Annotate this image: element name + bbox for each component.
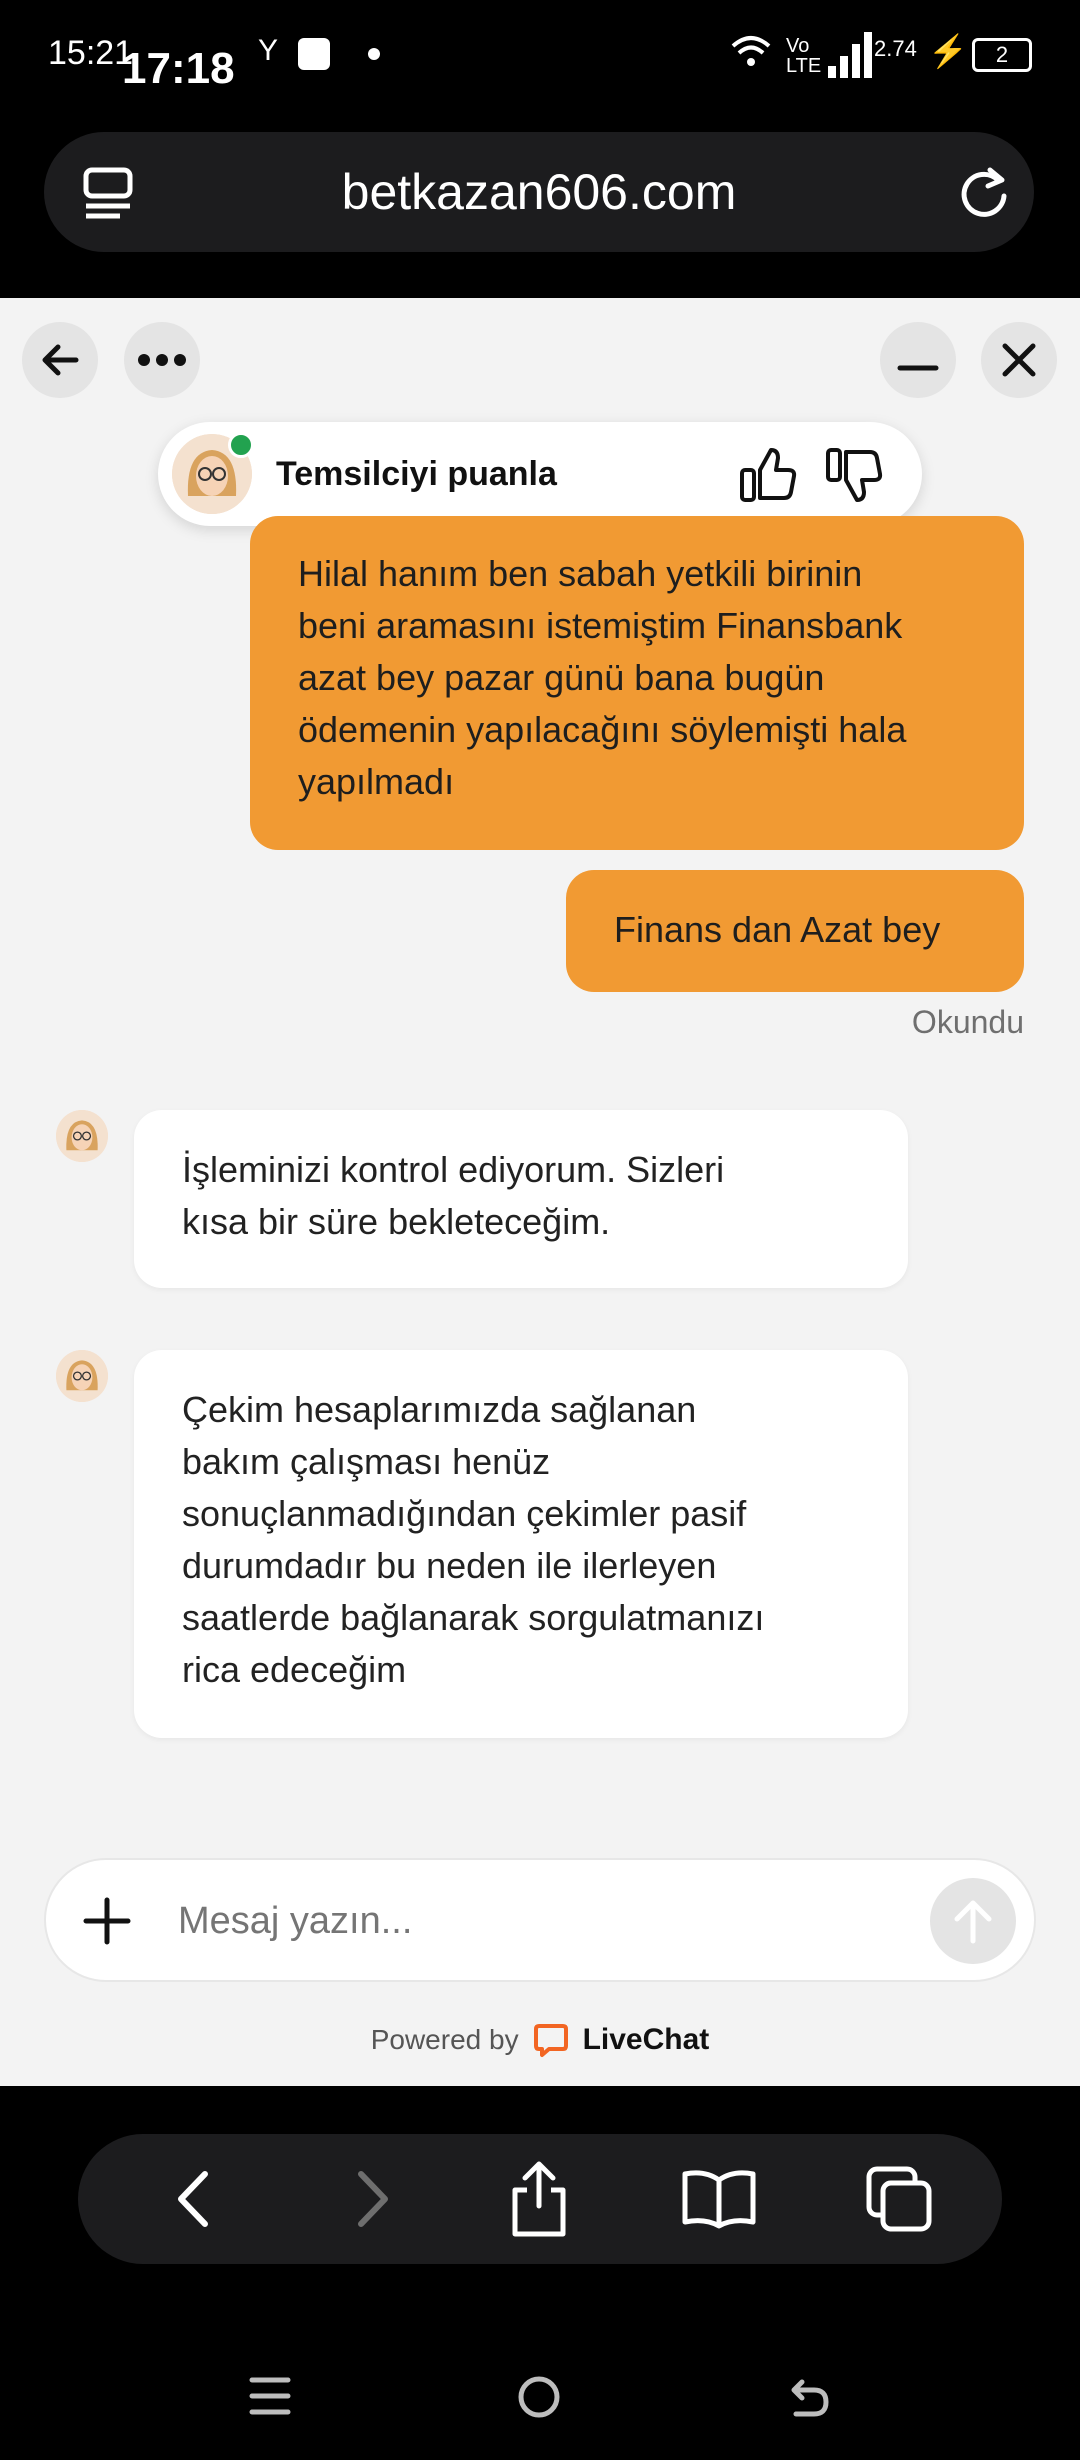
arrow-up-icon <box>954 1900 992 1944</box>
message-line: ödemenin yapılacağını söylemişti hala <box>298 709 907 750</box>
user-message: Hilal hanım ben sabah yetkili birinin be… <box>250 516 1024 850</box>
message-composer <box>44 1858 1036 1982</box>
message-line: durumdadır bu neden ile ilerleyen <box>182 1545 717 1586</box>
chevron-right-icon <box>358 2171 388 2227</box>
status-time: 17:18 <box>122 44 235 93</box>
browser-toolbar <box>78 2134 1002 2264</box>
close-icon <box>1002 343 1036 377</box>
message-line: saatlerde bağlanarak sorgulatmanızı <box>182 1597 765 1638</box>
lte-indicator: Vo LTE <box>786 35 822 77</box>
read-receipt: Okundu <box>911 1004 1024 1040</box>
signal-off-icon: Y <box>258 34 279 67</box>
message-line: Çekim hesaplarımızda sağlanan <box>182 1389 697 1430</box>
livechat-brand[interactable]: LiveChat <box>583 2023 710 2057</box>
url-text[interactable]: betkazan606.com <box>44 132 1034 252</box>
chevron-left-icon <box>178 2171 208 2227</box>
reload-icon[interactable] <box>954 162 1014 227</box>
message-line: azat bey pazar günü bana bugün <box>298 657 825 698</box>
recent-apps-button[interactable] <box>248 2374 292 2423</box>
livechat-logo-icon <box>533 2024 568 2057</box>
send-button[interactable] <box>930 1878 1016 1964</box>
rate-agent-label: Temsilciyi puanla <box>276 455 557 493</box>
chat-widget: Temsilciyi puanla Hilal hanım ben sabah … <box>0 298 1080 2086</box>
agent-message: Çekim hesaplarımızda sağlanan bakım çalı… <box>134 1350 908 1738</box>
bookmarks-button[interactable] <box>674 2154 764 2244</box>
message-line: Finans dan Azat bey <box>614 909 941 950</box>
close-button[interactable] <box>981 322 1057 398</box>
system-back-button[interactable] <box>786 2374 832 2425</box>
notification-dot-icon <box>368 48 380 60</box>
thumbs-down-button[interactable] <box>824 446 884 509</box>
tabs-icon <box>866 2166 932 2232</box>
message-line: kısa bir süre bekleteceğim. <box>182 1201 611 1242</box>
message-line: yapılmadı <box>298 761 455 802</box>
tabs-overview-icon[interactable] <box>80 164 136 225</box>
back-button[interactable] <box>22 322 98 398</box>
message-line: İşleminizi kontrol ediyorum. Sizleri <box>182 1149 725 1190</box>
book-icon <box>682 2170 756 2229</box>
battery-icon: 2 <box>972 38 1032 72</box>
user-message: Finans dan Azat bey <box>566 870 1024 992</box>
arrow-left-icon <box>42 344 79 376</box>
minimize-icon <box>897 365 939 371</box>
home-circle-icon <box>518 2376 560 2418</box>
message-line: beni aramasını istemiştim Finansbank <box>298 605 903 646</box>
wifi-icon <box>730 34 772 78</box>
home-button[interactable] <box>516 2374 562 2425</box>
browser-url-bar[interactable]: betkazan606.com <box>44 132 1034 252</box>
thumbs-down-icon <box>826 448 883 502</box>
back-nav-button[interactable] <box>148 2154 238 2244</box>
online-status-dot <box>228 432 254 458</box>
rate-agent-bar: Temsilciyi puanla <box>158 422 922 526</box>
more-dots-icon <box>138 354 186 366</box>
back-arrow-icon <box>791 2379 829 2417</box>
app-notification-icon <box>298 38 330 70</box>
message-line: rica edeceğim <box>182 1649 407 1690</box>
share-button[interactable] <box>494 2154 584 2244</box>
forward-nav-button[interactable] <box>328 2154 418 2244</box>
agent-avatar <box>56 1110 108 1162</box>
agent-message: İşleminizi kontrol ediyorum. Sizleri kıs… <box>134 1110 908 1288</box>
message-line: sonuçlanmadığından çekimler pasif <box>182 1493 747 1534</box>
message-input[interactable] <box>176 1880 840 1962</box>
share-icon <box>512 2161 566 2237</box>
minimize-button[interactable] <box>880 322 956 398</box>
add-attachment-button[interactable] <box>82 1896 132 1951</box>
message-line: Hilal hanım ben sabah yetkili birinin <box>298 553 863 594</box>
thumbs-up-button[interactable] <box>738 446 798 509</box>
charging-icon: ⚡ <box>928 33 968 69</box>
powered-by-label: Powered by <box>370 2024 519 2055</box>
menu-icon <box>249 2377 291 2415</box>
powered-by: Powered by LiveChat <box>0 2018 1080 2062</box>
message-line: bakım çalışması henüz <box>182 1441 551 1482</box>
plus-icon <box>83 1897 131 1945</box>
agent-avatar <box>56 1350 108 1402</box>
cell-signal-icon <box>826 30 876 85</box>
net-speed: 2.74 <box>874 36 917 61</box>
tabs-button[interactable] <box>854 2154 944 2244</box>
thumbs-up-icon <box>740 448 797 502</box>
more-options-button[interactable] <box>124 322 200 398</box>
status-time-back: 15:21 <box>48 34 134 72</box>
status-bar: 15:21 17:18 Y Vo LTE 2.74 ⚡ 2 <box>0 0 1080 120</box>
